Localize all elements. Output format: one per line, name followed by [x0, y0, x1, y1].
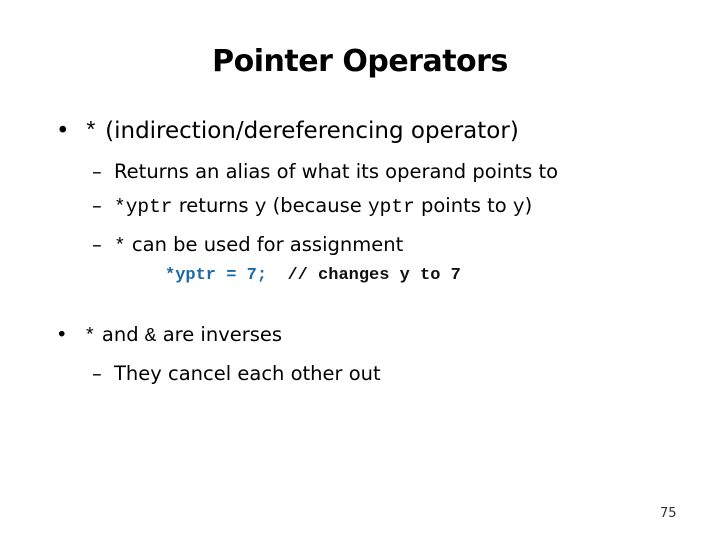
- code-y: y: [512, 196, 525, 218]
- dash-icon: –: [92, 160, 102, 183]
- page-number: 75: [660, 506, 677, 521]
- ampersand-operator: &: [144, 325, 157, 347]
- text: ): [524, 194, 533, 217]
- bullet-inverses: • * and & are inverses: [56, 323, 282, 347]
- code-comment: // changes y to 7: [287, 266, 461, 285]
- bullet-icon: •: [56, 323, 68, 346]
- sub-bullet-cancel: – They cancel each other out: [92, 362, 381, 385]
- dash-icon: –: [92, 194, 102, 217]
- code-yptr: yptr: [367, 196, 415, 218]
- text: (because: [266, 194, 368, 217]
- asterisk-operator: *: [84, 119, 98, 145]
- text: and: [95, 323, 145, 346]
- dash-icon: –: [92, 233, 102, 256]
- bullet-text: (indirection/dereferencing operator): [97, 118, 519, 144]
- text: returns: [172, 194, 255, 217]
- sub-bullet-text: can be used for assignment: [125, 233, 404, 256]
- bullet-indirection-operator: • * (indirection/dereferencing operator): [56, 118, 519, 145]
- sub-bullet-yptr-returns-y: – *yptr returns y (because yptr points to…: [92, 194, 532, 218]
- code-example: *yptr = 7; // changes y to 7: [165, 266, 461, 285]
- bullet-text: are inverses: [156, 323, 283, 346]
- asterisk-operator: *: [114, 235, 126, 257]
- sub-bullet-returns-alias: – Returns an alias of what its operand po…: [92, 160, 558, 183]
- code-y: y: [254, 196, 267, 218]
- text: points to: [414, 194, 513, 217]
- sub-bullet-assignment: – * can be used for assignment: [92, 233, 403, 257]
- sub-bullet-text: Returns an alias of what its operand poi…: [114, 160, 559, 183]
- dash-icon: –: [92, 362, 102, 385]
- code-statement: *yptr = 7;: [165, 266, 268, 285]
- asterisk-operator: *: [84, 325, 96, 347]
- bullet-icon: •: [56, 118, 70, 144]
- code-yptr-deref: *yptr: [114, 196, 173, 218]
- slide-title: Pointer Operators: [212, 44, 508, 79]
- sub-bullet-text: They cancel each other out: [114, 362, 381, 385]
